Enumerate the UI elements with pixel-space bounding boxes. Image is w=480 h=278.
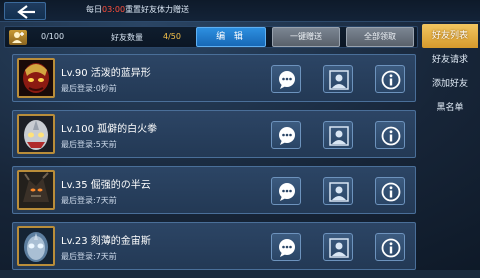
edit-button[interactable]: 编 辑 <box>196 27 266 47</box>
friend-count-label: 好友数量 <box>111 33 143 42</box>
info-button[interactable] <box>375 233 405 261</box>
back-icon <box>17 5 35 19</box>
friend-tabs: 好友列表 好友请求 添加好友 黑名单 <box>422 24 478 120</box>
info-icon <box>381 70 401 90</box>
friend-row: Lv.90 活泼的蓝异形 最后登录:0秒前 <box>12 54 416 102</box>
info-icon <box>381 126 401 146</box>
profile-button[interactable] <box>323 65 353 93</box>
last-login: 最后登录:7天前 <box>61 196 117 205</box>
daily-reset-notice: 每日03:00重置好友体力赠送 <box>86 5 190 14</box>
last-login: 最后登录:0秒前 <box>61 84 117 93</box>
chat-button[interactable] <box>271 65 301 93</box>
profile-icon <box>329 70 349 90</box>
profile-icon <box>329 182 349 202</box>
profile-button[interactable] <box>323 177 353 205</box>
chat-icon <box>279 127 295 145</box>
last-login: 最后登录:5天前 <box>61 140 117 149</box>
top-bar: 每日03:00重置好友体力赠送 <box>0 0 480 22</box>
friend-row: Lv.35 倔强的の半云 最后登录:7天前 <box>12 166 416 214</box>
friend-name: Lv.90 活泼的蓝异形 <box>61 68 151 79</box>
info-button[interactable] <box>375 177 405 205</box>
gift-all-button[interactable]: 一键赠送 <box>272 27 340 47</box>
tab-blacklist[interactable]: 黑名单 <box>422 96 478 120</box>
info-icon <box>381 238 401 258</box>
info-button[interactable] <box>375 65 405 93</box>
friend-row: Lv.100 孤僻的白火拳 最后登录:5天前 <box>12 110 416 158</box>
avatar <box>17 114 55 154</box>
friend-row: Lv.23 刻薄的金宙斯 最后登录:7天前 <box>12 222 416 270</box>
friend-name: Lv.100 孤僻的白火拳 <box>61 124 158 135</box>
claim-all-button[interactable]: 全部领取 <box>346 27 414 47</box>
profile-button[interactable] <box>323 233 353 261</box>
tab-friend-list[interactable]: 好友列表 <box>422 24 478 48</box>
back-button[interactable] <box>4 2 46 20</box>
chat-icon <box>279 71 295 89</box>
profile-icon <box>329 126 349 146</box>
info-icon <box>381 182 401 202</box>
info-button[interactable] <box>375 121 405 149</box>
friend-count: 4/50 <box>163 32 181 41</box>
tab-friend-requests[interactable]: 好友请求 <box>422 48 478 72</box>
friend-list: Lv.90 活泼的蓝异形 最后登录:0秒前 Lv.100 孤僻的白火拳 最后登录… <box>12 54 416 278</box>
chat-button[interactable] <box>271 121 301 149</box>
avatar <box>17 226 55 266</box>
friend-name: Lv.23 刻薄的金宙斯 <box>61 236 151 247</box>
chat-button[interactable] <box>271 177 301 205</box>
tab-add-friend[interactable]: 添加好友 <box>422 72 478 96</box>
profile-icon <box>329 238 349 258</box>
avatar <box>17 170 55 210</box>
chat-button[interactable] <box>271 233 301 261</box>
profile-button[interactable] <box>323 121 353 149</box>
game-screen: 每日03:00重置好友体力赠送 0/100 好友数量 4/50 编 辑 一键赠送… <box>0 0 480 270</box>
last-login: 最后登录:7天前 <box>61 252 117 261</box>
request-count: 0/100 <box>41 32 65 41</box>
avatar <box>17 58 55 98</box>
add-friend-icon <box>9 30 27 45</box>
friend-name: Lv.35 倔强的の半云 <box>61 180 151 191</box>
chat-icon <box>279 183 295 201</box>
chat-icon <box>279 239 295 257</box>
